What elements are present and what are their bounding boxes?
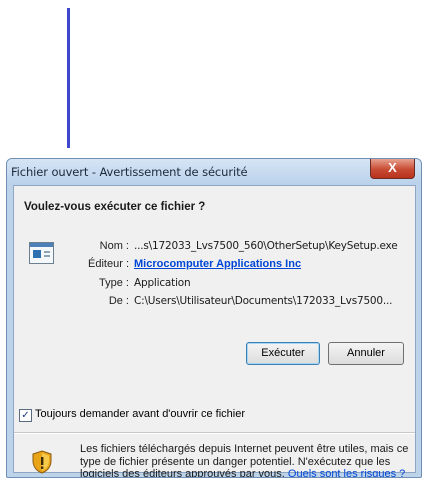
dialog-question: Voulez-vous exécuter ce fichier ? [24,201,206,213]
close-button[interactable]: X [370,159,415,179]
checkmark-icon: ✓ [21,410,30,421]
publisher-link[interactable]: Microcomputer Applications Inc [134,258,301,270]
run-button[interactable]: Exécuter [246,342,320,365]
title-bar[interactable]: Fichier ouvert - Avertissement de sécuri… [7,159,421,185]
type-label: Type : [99,277,129,289]
publisher-label: Éditeur : [88,258,129,270]
from-value: C:\Users\Utilisateur\Documents\172033_Lv… [134,295,393,307]
risks-link[interactable]: Quels sont les risques ? [288,468,405,477]
name-value: ...s\172033_Lvs7500_560\OtherSetup\KeySe… [134,240,398,252]
separator [14,432,415,434]
type-value: Application [134,277,191,289]
security-shield-icon [32,450,52,474]
cancel-button[interactable]: Annuler [328,342,404,365]
security-warning-dialog: Fichier ouvert - Avertissement de sécuri… [6,158,422,478]
always-ask-label[interactable]: Toujours demander avant d'ouvrir ce fich… [35,408,245,420]
close-icon: X [388,160,397,175]
window-title: Fichier ouvert - Avertissement de sécuri… [11,165,248,179]
always-ask-checkbox[interactable]: ✓ [19,409,32,422]
dialog-body: Voulez-vous exécuter ce fichier ? Nom : … [13,185,416,477]
annotation-line [67,8,70,148]
warning-message: Les fichiers téléchargés depuis Internet… [80,443,410,477]
from-label: De : [108,295,129,307]
name-label: Nom : [99,240,129,252]
